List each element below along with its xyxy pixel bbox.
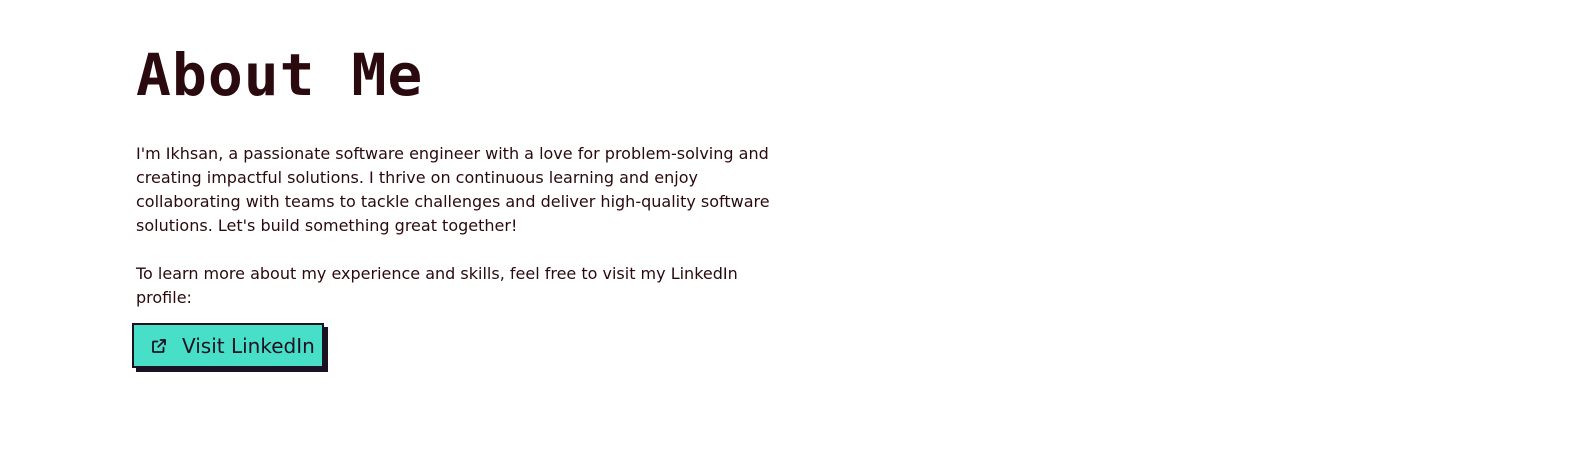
about-paragraph-linkedin: To learn more about my experience and sk… [136,264,738,307]
about-paragraph-intro: I'm Ikhsan, a passionate software engine… [136,144,770,235]
visit-linkedin-label: Visit LinkedIn [182,333,315,358]
page-title: About Me [136,41,424,109]
about-section: About Me I'm Ikhsan, a passionate softwa… [0,0,1582,457]
about-content: About Me I'm Ikhsan, a passionate softwa… [136,40,786,310]
external-link-icon [150,337,168,355]
visit-linkedin-button[interactable]: Visit LinkedIn [132,323,324,368]
